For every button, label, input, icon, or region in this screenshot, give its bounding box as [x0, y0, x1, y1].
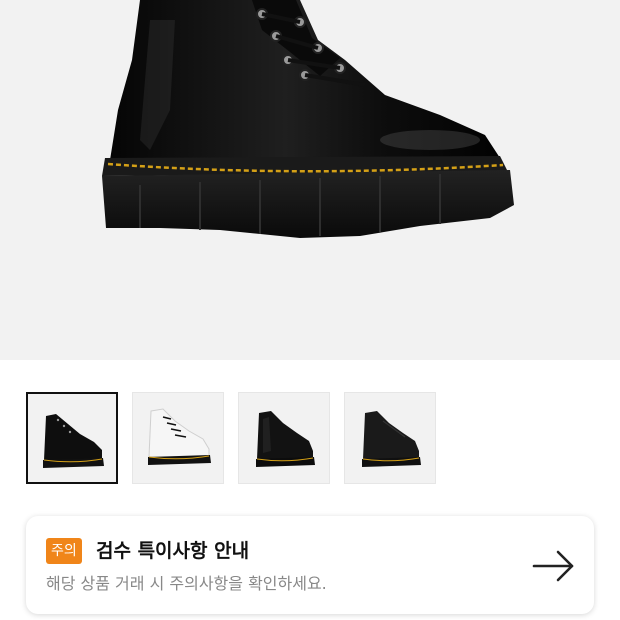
- caution-badge: 주의: [46, 538, 82, 564]
- thumbnail-black-boot-side[interactable]: [26, 392, 118, 484]
- black-boot-thumbnail-icon: [43, 414, 104, 468]
- inspection-notice-card[interactable]: 주의 검수 특이사항 안내 해당 상품 거래 시 주의사항을 확인하세요.: [26, 516, 594, 614]
- black-boot-front-thumbnail-icon: [256, 411, 315, 467]
- notice-title: 검수 특이사항 안내: [96, 540, 250, 562]
- product-detail-screen: 주의 검수 특이사항 안내 해당 상품 거래 시 주의사항을 확인하세요.: [0, 0, 620, 620]
- thumbnail-white-boot[interactable]: [132, 392, 224, 484]
- black-boot-angled-thumbnail-icon: [362, 411, 421, 467]
- thumbnail-black-boot-angled[interactable]: [344, 392, 436, 484]
- thumbnail-strip: [26, 392, 446, 486]
- notice-description: 해당 상품 거래 시 주의사항을 확인하세요.: [46, 574, 327, 593]
- white-boot-thumbnail-icon: [148, 408, 211, 465]
- product-main-image[interactable]: [0, 0, 620, 360]
- boot-illustration: [102, 0, 514, 238]
- thumbnail-black-boot-front[interactable]: [238, 392, 330, 484]
- arrow-right-icon[interactable]: [532, 550, 576, 582]
